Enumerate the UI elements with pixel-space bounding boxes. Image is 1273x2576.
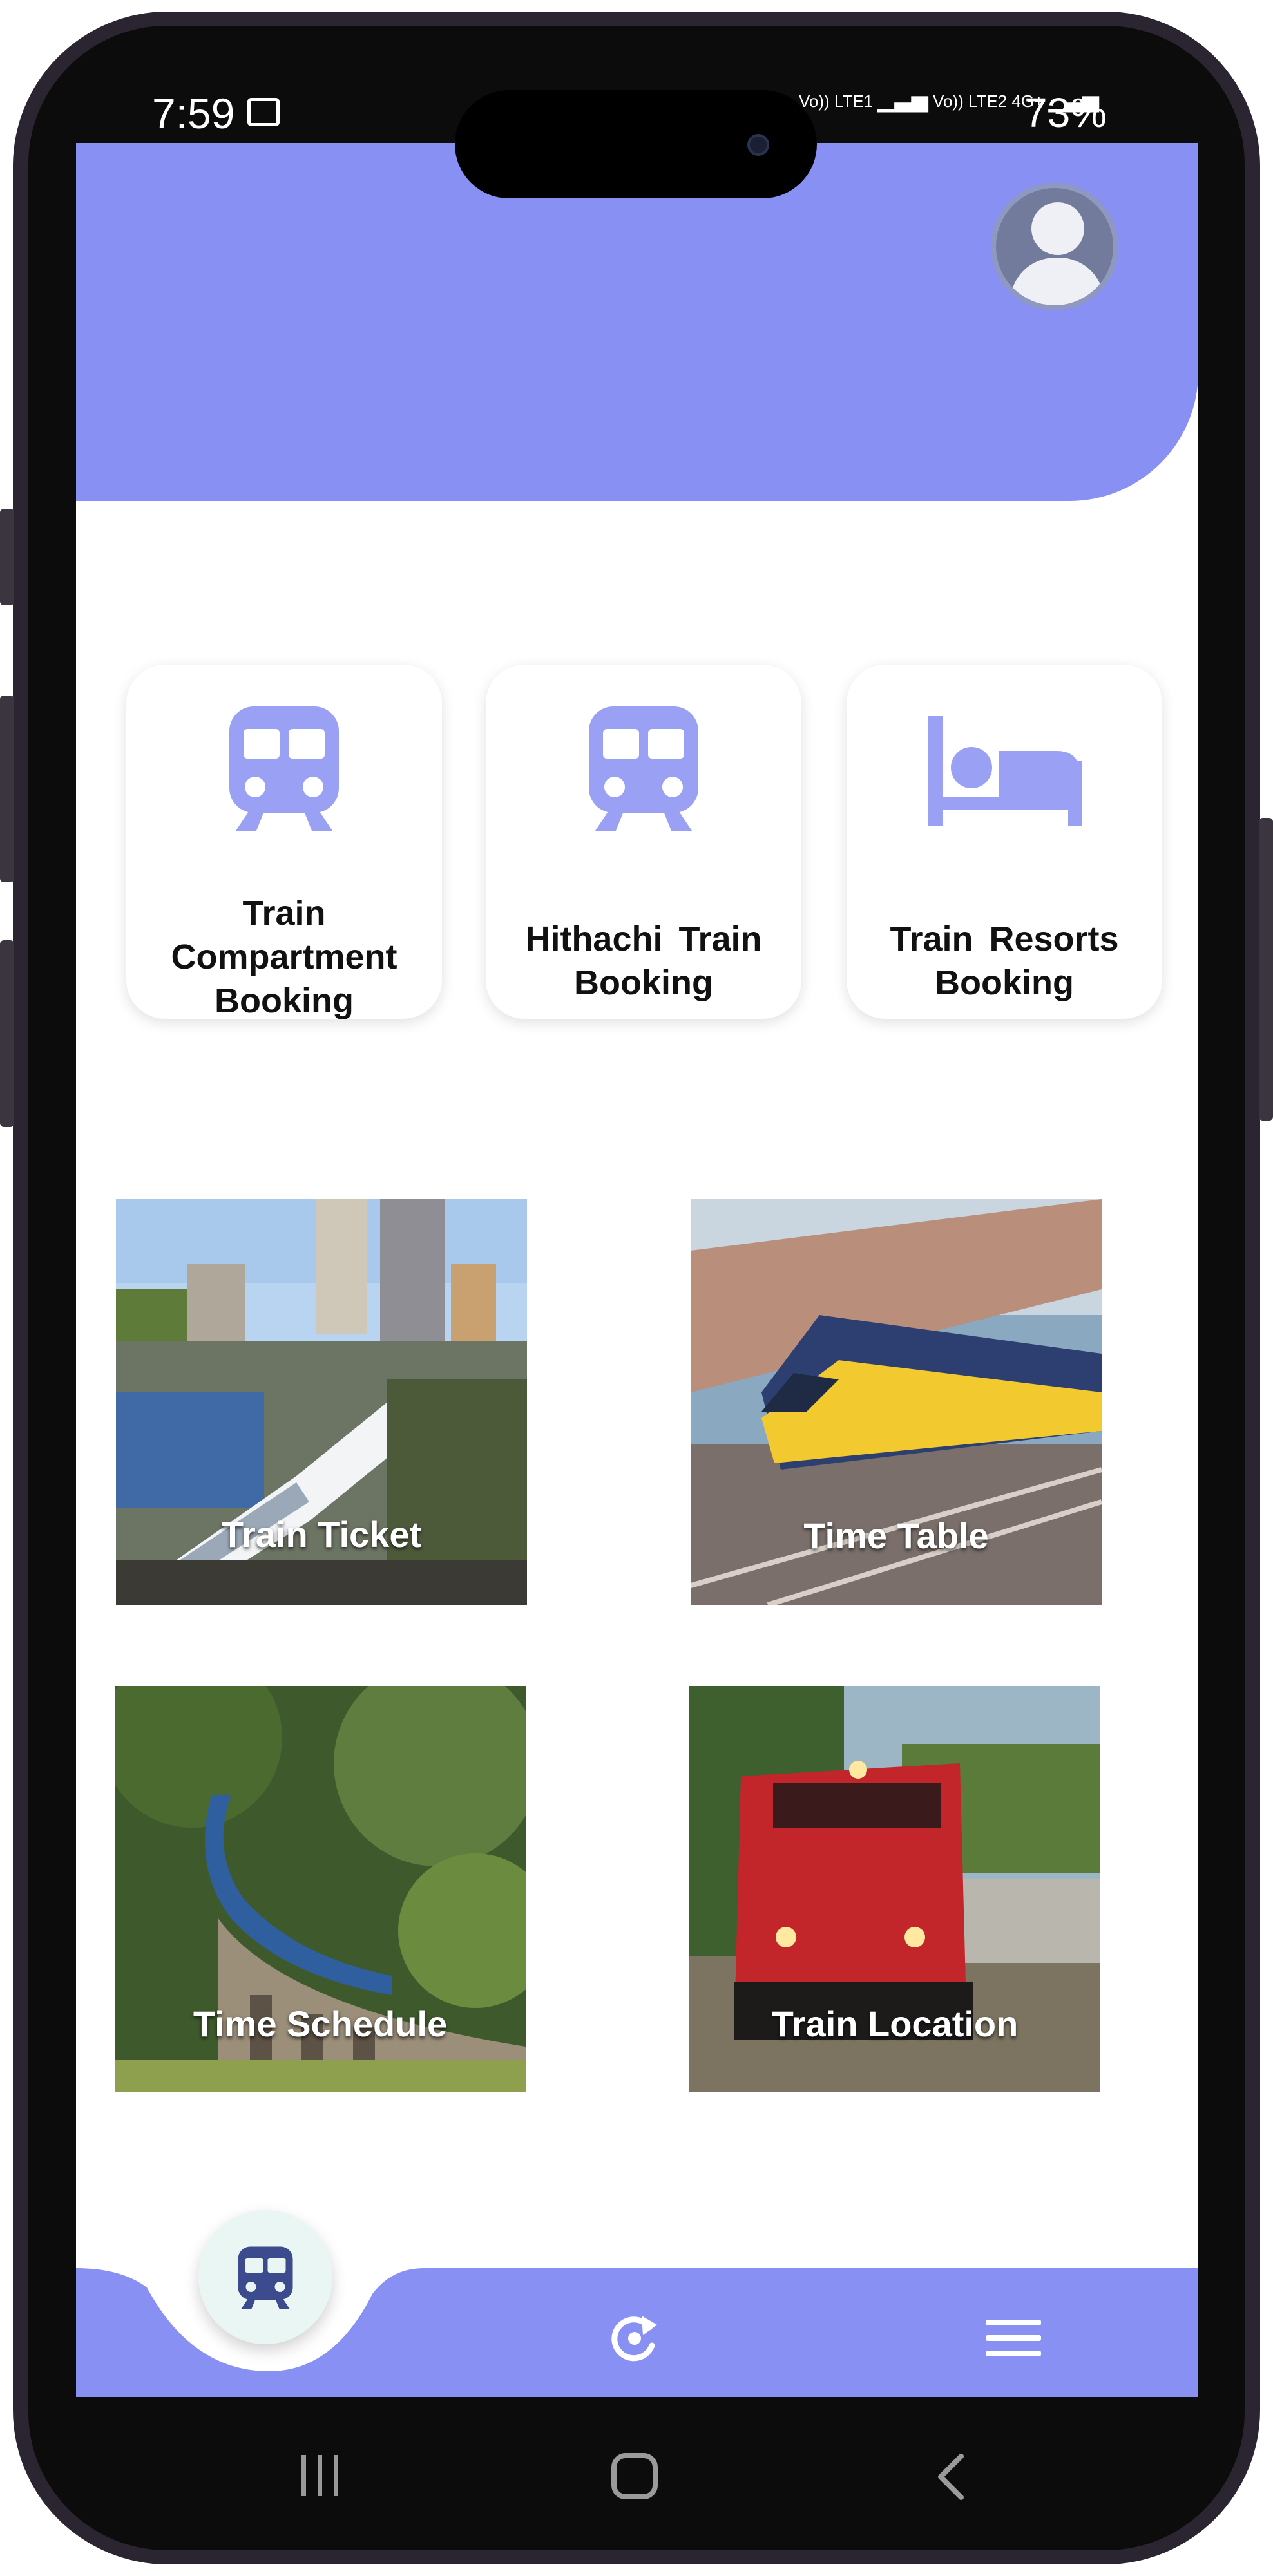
menu-icon[interactable] xyxy=(986,2316,1041,2361)
user-avatar-icon[interactable] xyxy=(991,183,1118,310)
tile-label: Train Location xyxy=(771,2003,1019,2044)
phone-side-button xyxy=(0,940,14,1127)
recent-apps-icon[interactable] xyxy=(298,2454,343,2499)
train-icon xyxy=(223,703,345,835)
phone-side-button xyxy=(0,509,14,605)
service-label: Hithachi Train Booking xyxy=(525,920,762,1002)
train-icon xyxy=(582,703,705,835)
time-table-tile[interactable]: Time Table xyxy=(691,1199,1102,1605)
bottom-nav xyxy=(76,2210,1198,2397)
app-screen: Train Compartment Booking Hithachi Train… xyxy=(76,143,1198,2397)
status-bar: 7:59 Vo)) LTE1 ▁▃▅ Vo)) LTE2 4G+ ▁▃▅ 73% xyxy=(0,0,1273,198)
system-nav-bar xyxy=(0,2397,1273,2526)
time-schedule-tile[interactable]: Time Schedule xyxy=(115,1686,526,2092)
service-label: Train Resorts Booking xyxy=(890,920,1119,1002)
tile-label: Train Ticket xyxy=(221,1514,422,1555)
train-resorts-booking-card[interactable]: Train Resorts Booking xyxy=(847,665,1162,1019)
signal-icon: ▁▃▅ xyxy=(877,88,928,112)
nav-home-button[interactable] xyxy=(198,2210,332,2344)
status-time: 7:59 xyxy=(152,90,235,137)
bed-icon xyxy=(928,716,1082,829)
train-ticket-tile[interactable]: Train Ticket xyxy=(116,1199,527,1605)
battery-level: 73% xyxy=(1024,90,1107,136)
phone-side-button xyxy=(1259,818,1273,1121)
service-label: Train Compartment Booking xyxy=(171,894,397,1020)
network-sim1: Vo)) LTE1 xyxy=(799,91,874,111)
train-compartment-booking-card[interactable]: Train Compartment Booking xyxy=(126,665,442,1020)
refresh-icon[interactable] xyxy=(606,2309,664,2367)
train-icon xyxy=(238,2246,293,2309)
home-icon[interactable] xyxy=(611,2452,658,2500)
network-sim2: Vo)) LTE2 xyxy=(933,91,1008,111)
front-camera xyxy=(747,134,769,156)
train-location-tile[interactable]: Train Location xyxy=(689,1686,1100,2092)
hithachi-train-booking-card[interactable]: Hithachi Train Booking xyxy=(486,665,801,1019)
gallery-notification-icon xyxy=(247,98,280,126)
back-icon[interactable] xyxy=(934,2452,966,2501)
phone-side-button xyxy=(0,696,14,882)
tile-label: Time Table xyxy=(803,1515,989,1556)
tile-label: Time Schedule xyxy=(193,2003,448,2044)
